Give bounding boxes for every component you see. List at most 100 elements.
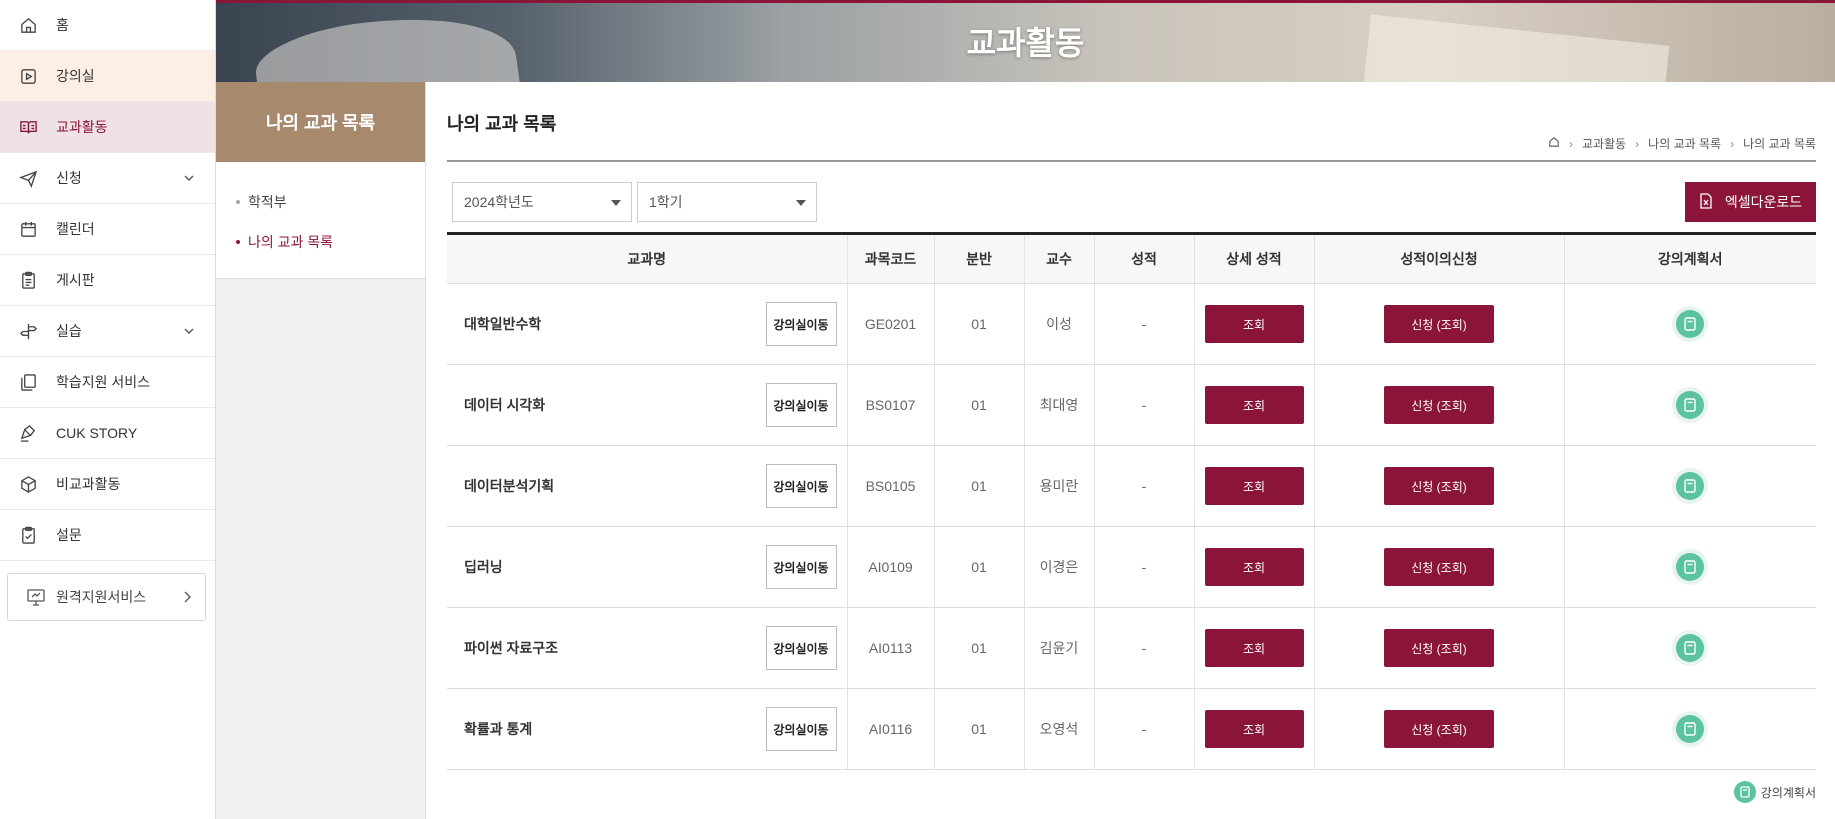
view-detail-grade-button[interactable]: 조회 xyxy=(1204,467,1304,505)
detail-grade-cell: 조회 xyxy=(1193,283,1314,365)
breadcrumb-item[interactable]: 교과활동 xyxy=(1582,135,1626,152)
home-icon[interactable] xyxy=(1548,136,1560,151)
grade-appeal-button[interactable]: 신청 (조회) xyxy=(1384,386,1494,424)
breadcrumb-item[interactable]: 나의 교과 목록 xyxy=(1648,135,1721,152)
course-table: 교과명 과목코드 분반 교수 성적 상세 성적 성적이의신청 강의계획서 대학일… xyxy=(447,232,1816,770)
course-professor: 김윤기 xyxy=(1023,607,1094,689)
course-code: BS0105 xyxy=(846,445,934,527)
paper-plane-icon xyxy=(18,168,38,188)
syllabus-cell xyxy=(1563,364,1816,446)
view-detail-grade-button[interactable]: 조회 xyxy=(1204,305,1304,343)
go-to-classroom-button[interactable]: 강의실이동 xyxy=(765,464,837,508)
excel-file-icon xyxy=(1699,192,1713,212)
chevron-down-icon[interactable] xyxy=(183,171,195,187)
syllabus-icon-inner xyxy=(1676,391,1705,419)
year-select[interactable]: 2024학년도 xyxy=(452,182,632,222)
page-title: 나의 교과 목록 xyxy=(447,114,557,134)
sidebar-item-extracurricular[interactable]: 비교과활동 xyxy=(0,459,215,510)
go-to-classroom-button[interactable]: 강의실이동 xyxy=(765,383,837,427)
course-name-cell: 대학일반수학 강의실이동 xyxy=(447,283,847,365)
table-row: 데이터 시각화 강의실이동 BS0107 01 최대영 - 조회 신청 (조회) xyxy=(447,364,1816,446)
remote-support-label: 원격지원서비스 xyxy=(56,589,147,605)
course-section: 01 xyxy=(933,607,1024,689)
course-code: AI0116 xyxy=(846,688,934,770)
filters: 2024학년도 1학기 xyxy=(452,182,817,222)
view-detail-grade-button[interactable]: 조회 xyxy=(1204,548,1304,586)
course-name[interactable]: 대학일반수학 xyxy=(464,314,541,334)
course-professor: 오영석 xyxy=(1023,688,1094,770)
clipboard-icon xyxy=(18,270,38,290)
column-header: 교수 xyxy=(1023,232,1094,284)
course-name-cell: 확률과 통계 강의실이동 xyxy=(447,688,847,770)
sidebar-item-curricular[interactable]: 교과활동 xyxy=(0,102,215,153)
grade-appeal-button[interactable]: 신청 (조회) xyxy=(1384,629,1494,667)
course-name[interactable]: 딥러닝 xyxy=(464,557,503,577)
go-to-classroom-button[interactable]: 강의실이동 xyxy=(765,545,837,589)
chevron-down-icon[interactable] xyxy=(183,324,195,340)
excel-download-button[interactable]: 엑셀다운로드 xyxy=(1685,182,1816,222)
syllabus-icon[interactable] xyxy=(1672,306,1709,342)
course-section: 01 xyxy=(933,688,1024,770)
detail-grade-cell: 조회 xyxy=(1193,526,1314,608)
course-professor: 용미란 xyxy=(1023,445,1094,527)
column-header: 성적 xyxy=(1093,232,1194,284)
sidebar-item-label: 비교과활동 xyxy=(56,476,121,492)
column-header: 분반 xyxy=(933,232,1024,284)
course-grade: - xyxy=(1093,283,1194,365)
course-section: 01 xyxy=(933,364,1024,446)
sidebar-item-cuk-story[interactable]: CUK STORY xyxy=(0,408,215,459)
view-detail-grade-button[interactable]: 조회 xyxy=(1204,386,1304,424)
sidebar-item-label: 게시판 xyxy=(56,272,95,288)
syllabus-cell xyxy=(1563,607,1816,689)
syllabus-icon-inner xyxy=(1676,472,1705,500)
go-to-classroom-button[interactable]: 강의실이동 xyxy=(765,707,837,751)
table-row: 딥러닝 강의실이동 AI0109 01 이경은 - 조회 신청 (조회) xyxy=(447,526,1816,608)
go-to-classroom-button[interactable]: 강의실이동 xyxy=(765,626,837,670)
excel-download-label: 엑셀다운로드 xyxy=(1724,194,1803,210)
breadcrumb-separator: › xyxy=(1730,136,1735,151)
course-name[interactable]: 데이터 시각화 xyxy=(464,395,545,415)
syllabus-icon[interactable] xyxy=(1672,387,1709,423)
grade-appeal-button[interactable]: 신청 (조회) xyxy=(1384,467,1494,505)
submenu-heading: 나의 교과 목록 xyxy=(216,82,425,162)
course-table-body: 대학일반수학 강의실이동 GE0201 01 이성 - 조회 신청 (조회) 데이터 시각화 강의… xyxy=(447,283,1816,770)
view-detail-grade-button[interactable]: 조회 xyxy=(1204,710,1304,748)
grade-appeal-cell: 신청 (조회) xyxy=(1313,688,1564,770)
course-name[interactable]: 파이썬 자료구조 xyxy=(464,638,558,658)
course-name-cell: 데이터 시각화 강의실이동 xyxy=(447,364,847,446)
monitor-icon xyxy=(26,587,46,607)
grade-appeal-cell: 신청 (조회) xyxy=(1313,283,1564,365)
syllabus-cell xyxy=(1563,445,1816,527)
view-detail-grade-button[interactable]: 조회 xyxy=(1204,629,1304,667)
submenu-item-academic-record[interactable]: 학적부 xyxy=(216,182,425,222)
sidebar-item-apply[interactable]: 신청 xyxy=(0,153,215,204)
syllabus-icon[interactable] xyxy=(1672,630,1709,666)
sidebar-item-home[interactable]: 홈 xyxy=(0,0,215,51)
syllabus-icon[interactable] xyxy=(1672,468,1709,504)
syllabus-icon-inner xyxy=(1676,715,1705,743)
breadcrumb-separator: › xyxy=(1635,136,1640,151)
grade-appeal-button[interactable]: 신청 (조회) xyxy=(1384,548,1494,586)
remote-support-button[interactable]: 원격지원서비스 xyxy=(7,573,206,621)
grade-appeal-button[interactable]: 신청 (조회) xyxy=(1384,710,1494,748)
submenu-item-my-courses[interactable]: 나의 교과 목록 xyxy=(216,222,425,262)
go-to-classroom-button[interactable]: 강의실이동 xyxy=(765,302,837,346)
course-name[interactable]: 확률과 통계 xyxy=(464,719,532,739)
play-square-icon xyxy=(18,66,38,86)
sidebar-item-calendar[interactable]: 캘린더 xyxy=(0,204,215,255)
sidebar-item-practice[interactable]: 실습 xyxy=(0,306,215,357)
syllabus-icon[interactable] xyxy=(1672,711,1709,747)
sidebar-item-learning-support[interactable]: 학습지원 서비스 xyxy=(0,357,215,408)
syllabus-cell xyxy=(1563,526,1816,608)
term-select[interactable]: 1학기 xyxy=(637,182,817,222)
sidebar: 홈 강의실 교과활동 신청 캘린더 게시판 실습 학습지원 서비스 CUK ST… xyxy=(0,0,216,819)
column-header: 강의계획서 xyxy=(1563,232,1816,284)
syllabus-icon[interactable] xyxy=(1672,549,1709,585)
grade-appeal-button[interactable]: 신청 (조회) xyxy=(1384,305,1494,343)
column-header: 과목코드 xyxy=(846,232,934,284)
sidebar-item-board[interactable]: 게시판 xyxy=(0,255,215,306)
table-row: 대학일반수학 강의실이동 GE0201 01 이성 - 조회 신청 (조회) xyxy=(447,283,1816,365)
sidebar-item-survey[interactable]: 설문 xyxy=(0,510,215,561)
course-name[interactable]: 데이터분석기획 xyxy=(464,476,554,496)
sidebar-item-classroom[interactable]: 강의실 xyxy=(0,51,215,102)
